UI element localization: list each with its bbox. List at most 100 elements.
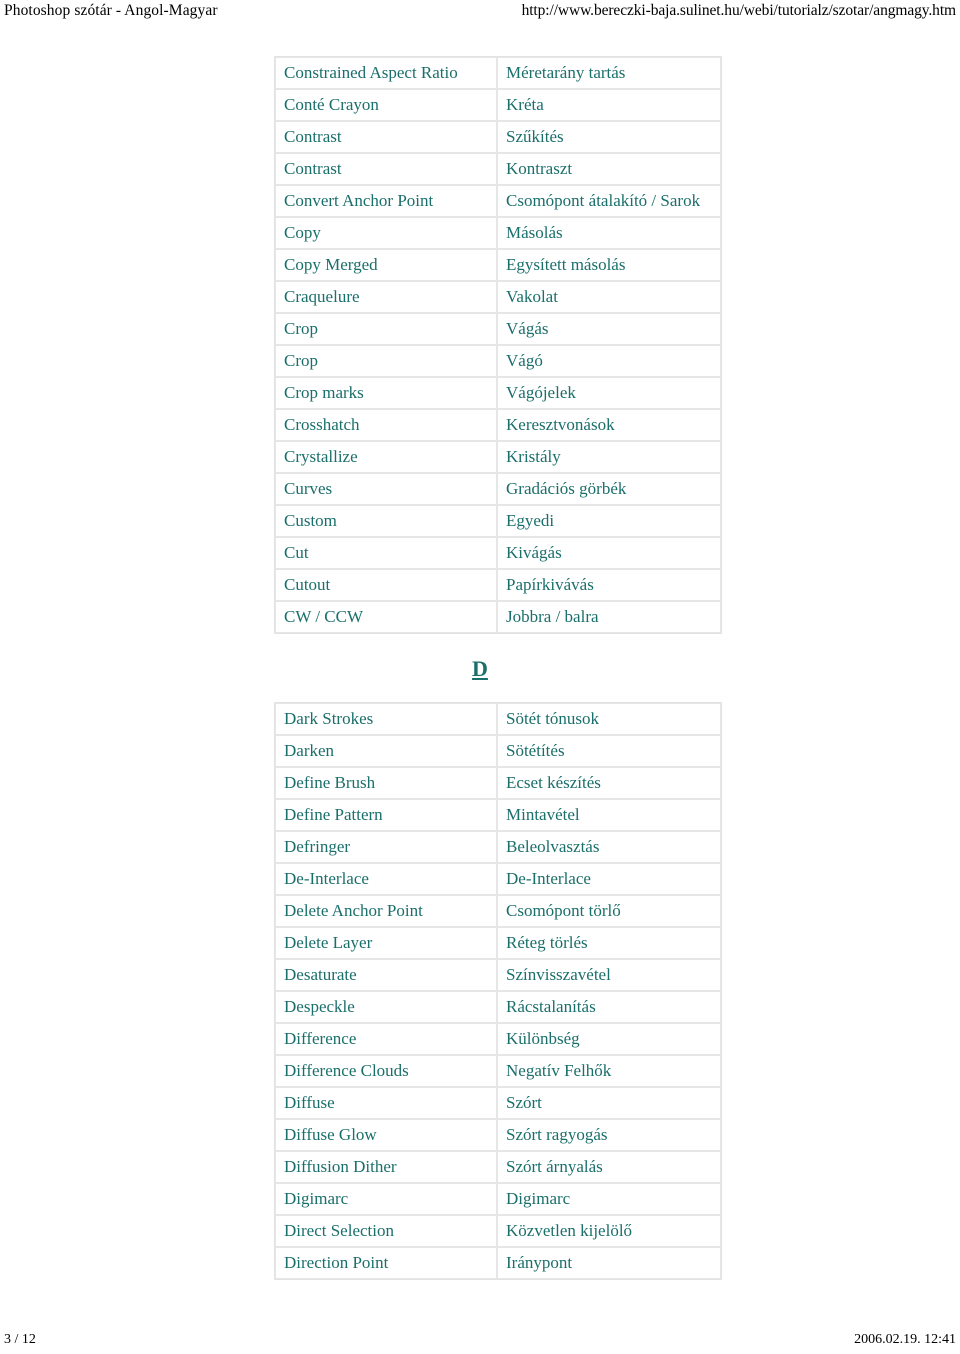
term-english: Custom: [275, 505, 497, 537]
term-hungarian: Rácstalanítás: [497, 991, 721, 1023]
term-english: Crystallize: [275, 441, 497, 473]
term-english: Copy: [275, 217, 497, 249]
term-english: Direction Point: [275, 1247, 497, 1279]
table-row: Despeckle Rácstalanítás: [275, 991, 721, 1023]
table-row: Diffuse Szórt: [275, 1087, 721, 1119]
term-hungarian: Szórt árnyalás: [497, 1151, 721, 1183]
term-hungarian: Kivágás: [497, 537, 721, 569]
term-hungarian: Másolás: [497, 217, 721, 249]
table-row: Defringer Beleolvasztás: [275, 831, 721, 863]
term-hungarian: Vágójelek: [497, 377, 721, 409]
table-row: Dark Strokes Sötét tónusok: [275, 703, 721, 735]
term-english: Curves: [275, 473, 497, 505]
table-row: Constrained Aspect Ratio Méretarány tartá…: [275, 57, 721, 89]
term-hungarian: Közvetlen kijelölő: [497, 1215, 721, 1247]
term-english: Despeckle: [275, 991, 497, 1023]
table-row: Difference Clouds Negatív Felhők: [275, 1055, 721, 1087]
term-english: Crop: [275, 313, 497, 345]
term-hungarian: Papírkivávás: [497, 569, 721, 601]
term-hungarian: Különbség: [497, 1023, 721, 1055]
term-hungarian: Sötét tónusok: [497, 703, 721, 735]
table-row: Crop marks Vágójelek: [275, 377, 721, 409]
table-row: Delete Layer Réteg törlés: [275, 927, 721, 959]
term-english: CW / CCW: [275, 601, 497, 633]
table-row: Cutout Papírkivávás: [275, 569, 721, 601]
term-hungarian: Kréta: [497, 89, 721, 121]
term-hungarian: Beleolvasztás: [497, 831, 721, 863]
term-hungarian: Vágó: [497, 345, 721, 377]
term-english: Diffusion Dither: [275, 1151, 497, 1183]
term-hungarian: Digimarc: [497, 1183, 721, 1215]
print-header: Photoshop szótár - Angol-Magyar http://w…: [0, 0, 960, 26]
letter-anchor-heading-d: D: [274, 656, 686, 682]
table-row: CW / CCW Jobbra / balra: [275, 601, 721, 633]
table-row: Define Brush Ecset készítés: [275, 767, 721, 799]
table-row: Direct Selection Közvetlen kijelölő: [275, 1215, 721, 1247]
term-hungarian: Szórt: [497, 1087, 721, 1119]
table-row: Delete Anchor Point Csomópont törlő: [275, 895, 721, 927]
term-hungarian: Iránypont: [497, 1247, 721, 1279]
table-row: Crosshatch Keresztvonások: [275, 409, 721, 441]
term-english: Cutout: [275, 569, 497, 601]
term-english: De-Interlace: [275, 863, 497, 895]
term-english: Constrained Aspect Ratio: [275, 57, 497, 89]
term-hungarian: Gradációs görbék: [497, 473, 721, 505]
term-english: Digimarc: [275, 1183, 497, 1215]
table-row: Diffuse Glow Szórt ragyogás: [275, 1119, 721, 1151]
term-english: Desaturate: [275, 959, 497, 991]
table-row: Contrast Szűkítés: [275, 121, 721, 153]
term-english: Copy Merged: [275, 249, 497, 281]
term-english: Difference Clouds: [275, 1055, 497, 1087]
table-row: Curves Gradációs görbék: [275, 473, 721, 505]
print-footer: 3 / 12 2006.02.19. 12:41: [0, 1328, 960, 1348]
table-row: Custom Egyedi: [275, 505, 721, 537]
term-hungarian: Mintavétel: [497, 799, 721, 831]
term-english: Dark Strokes: [275, 703, 497, 735]
term-english: Diffuse: [275, 1087, 497, 1119]
term-english: Delete Anchor Point: [275, 895, 497, 927]
term-english: Contrast: [275, 121, 497, 153]
document-title: Photoshop szótár - Angol-Magyar: [4, 2, 218, 19]
term-hungarian: Kontraszt: [497, 153, 721, 185]
term-english: Delete Layer: [275, 927, 497, 959]
table-row: Desaturate Színvisszavétel: [275, 959, 721, 991]
term-english: Defringer: [275, 831, 497, 863]
table-row: Digimarc Digimarc: [275, 1183, 721, 1215]
term-english: Craquelure: [275, 281, 497, 313]
term-hungarian: Negatív Felhők: [497, 1055, 721, 1087]
glossary-table-section-c: Constrained Aspect Ratio Méretarány tartá…: [274, 56, 722, 634]
term-english: Contrast: [275, 153, 497, 185]
term-hungarian: Sötétítés: [497, 735, 721, 767]
term-hungarian: De-Interlace: [497, 863, 721, 895]
term-english: Difference: [275, 1023, 497, 1055]
glossary-content: Constrained Aspect Ratio Méretarány tartá…: [0, 56, 960, 1280]
term-english: Crosshatch: [275, 409, 497, 441]
table-row: Conté Crayon Kréta: [275, 89, 721, 121]
table-row: Crop Vágó: [275, 345, 721, 377]
table-row: Define Pattern Mintavétel: [275, 799, 721, 831]
table-row: Difference Különbség: [275, 1023, 721, 1055]
term-hungarian: Színvisszavétel: [497, 959, 721, 991]
term-hungarian: Vágás: [497, 313, 721, 345]
glossary-table-body: Dark Strokes Sötét tónusok Darken Sötétítés…: [275, 703, 721, 1279]
table-row: De-Interlace De-Interlace: [275, 863, 721, 895]
glossary-sections: Constrained Aspect Ratio Méretarány tartá…: [0, 56, 960, 1280]
term-hungarian: Szűkítés: [497, 121, 721, 153]
term-hungarian: Réteg törlés: [497, 927, 721, 959]
term-hungarian: Vakolat: [497, 281, 721, 313]
term-hungarian: Csomópont törlő: [497, 895, 721, 927]
print-timestamp: 2006.02.19. 12:41: [854, 1332, 956, 1347]
letter-anchor-link-d[interactable]: D: [472, 656, 488, 681]
table-row: Crop Vágás: [275, 313, 721, 345]
term-english: Define Pattern: [275, 799, 497, 831]
table-row: Craquelure Vakolat: [275, 281, 721, 313]
term-english: Cut: [275, 537, 497, 569]
glossary-table-body: Constrained Aspect Ratio Méretarány tartá…: [275, 57, 721, 633]
table-row: Copy Másolás: [275, 217, 721, 249]
term-hungarian: Keresztvonások: [497, 409, 721, 441]
page-number: 3 / 12: [4, 1332, 36, 1347]
term-english: Direct Selection: [275, 1215, 497, 1247]
term-english: Diffuse Glow: [275, 1119, 497, 1151]
table-row: Diffusion Dither Szórt árnyalás: [275, 1151, 721, 1183]
term-hungarian: Szórt ragyogás: [497, 1119, 721, 1151]
